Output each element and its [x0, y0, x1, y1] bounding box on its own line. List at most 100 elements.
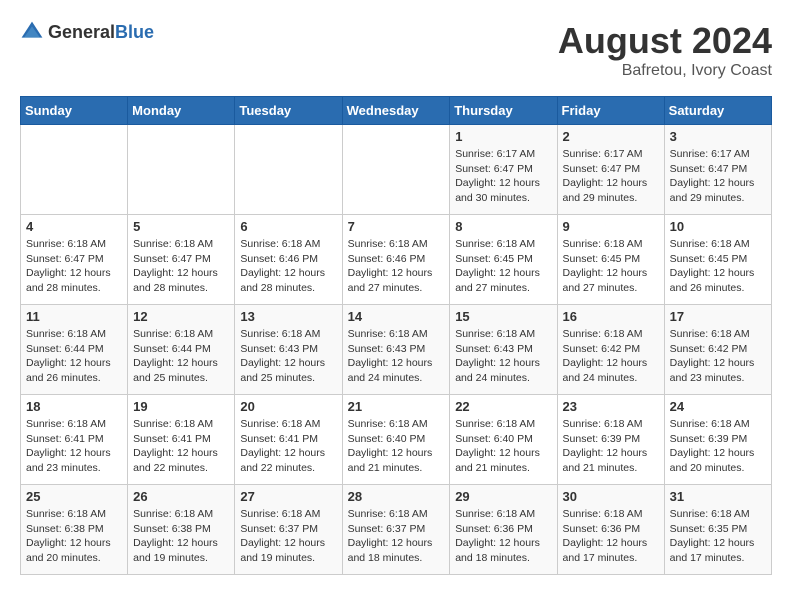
- day-cell: 8 Sunrise: 6:18 AMSunset: 6:45 PMDaylight…: [450, 215, 557, 305]
- day-header-thursday: Thursday: [450, 97, 557, 125]
- calendar-table: SundayMondayTuesdayWednesdayThursdayFrid…: [20, 96, 772, 575]
- day-number: 17: [670, 309, 766, 324]
- day-number: 26: [133, 489, 229, 504]
- day-number: 10: [670, 219, 766, 234]
- title-block: August 2024 Bafretou, Ivory Coast: [558, 20, 772, 80]
- week-row-2: 4 Sunrise: 6:18 AMSunset: 6:47 PMDaylight…: [21, 215, 772, 305]
- day-number: 24: [670, 399, 766, 414]
- day-info: Sunrise: 6:18 AMSunset: 6:44 PMDaylight:…: [26, 327, 122, 386]
- month-year: August 2024: [558, 20, 772, 62]
- day-number: 25: [26, 489, 122, 504]
- day-number: 4: [26, 219, 122, 234]
- day-number: 12: [133, 309, 229, 324]
- day-cell: 22 Sunrise: 6:18 AMSunset: 6:40 PMDayligh…: [450, 395, 557, 485]
- day-cell: 3 Sunrise: 6:17 AMSunset: 6:47 PMDaylight…: [664, 125, 771, 215]
- day-info: Sunrise: 6:18 AMSunset: 6:45 PMDaylight:…: [563, 237, 659, 296]
- day-number: 9: [563, 219, 659, 234]
- day-cell: 30 Sunrise: 6:18 AMSunset: 6:36 PMDayligh…: [557, 485, 664, 575]
- day-info: Sunrise: 6:18 AMSunset: 6:43 PMDaylight:…: [348, 327, 445, 386]
- day-cell: 29Sunrise: 6:18 AMSunset: 6:36 PMDayligh…: [450, 485, 557, 575]
- day-number: 7: [348, 219, 445, 234]
- day-info: Sunrise: 6:18 AMSunset: 6:45 PMDaylight:…: [670, 237, 766, 296]
- day-cell: 18 Sunrise: 6:18 AMSunset: 6:41 PMDayligh…: [21, 395, 128, 485]
- week-row-5: 25 Sunrise: 6:18 AMSunset: 6:38 PMDayligh…: [21, 485, 772, 575]
- day-cell: [128, 125, 235, 215]
- day-info: Sunrise: 6:18 AMSunset: 6:41 PMDaylight:…: [26, 417, 122, 476]
- day-cell: 27Sunrise: 6:18 AMSunset: 6:37 PMDayligh…: [235, 485, 342, 575]
- day-cell: 9 Sunrise: 6:18 AMSunset: 6:45 PMDaylight…: [557, 215, 664, 305]
- week-row-3: 11Sunrise: 6:18 AMSunset: 6:44 PMDayligh…: [21, 305, 772, 395]
- day-cell: 19Sunrise: 6:18 AMSunset: 6:41 PMDayligh…: [128, 395, 235, 485]
- day-number: 8: [455, 219, 551, 234]
- day-cell: 10 Sunrise: 6:18 AMSunset: 6:45 PMDayligh…: [664, 215, 771, 305]
- logo-general: General: [48, 22, 115, 42]
- day-header-monday: Monday: [128, 97, 235, 125]
- day-info: Sunrise: 6:18 AMSunset: 6:44 PMDaylight:…: [133, 327, 229, 386]
- day-cell: 6 Sunrise: 6:18 AMSunset: 6:46 PMDaylight…: [235, 215, 342, 305]
- day-info: Sunrise: 6:18 AMSunset: 6:37 PMDaylight:…: [240, 507, 336, 566]
- day-info: Sunrise: 6:18 AMSunset: 6:47 PMDaylight:…: [26, 237, 122, 296]
- day-cell: 31 Sunrise: 6:18 AMSunset: 6:35 PMDayligh…: [664, 485, 771, 575]
- week-row-1: 1 Sunrise: 6:17 AMSunset: 6:47 PMDaylight…: [21, 125, 772, 215]
- day-cell: 1 Sunrise: 6:17 AMSunset: 6:47 PMDaylight…: [450, 125, 557, 215]
- day-header-wednesday: Wednesday: [342, 97, 450, 125]
- day-number: 22: [455, 399, 551, 414]
- day-number: 6: [240, 219, 336, 234]
- day-number: 31: [670, 489, 766, 504]
- day-number: 30: [563, 489, 659, 504]
- day-cell: 23 Sunrise: 6:18 AMSunset: 6:39 PMDayligh…: [557, 395, 664, 485]
- day-cell: 12 Sunrise: 6:18 AMSunset: 6:44 PMDayligh…: [128, 305, 235, 395]
- day-cell: 25 Sunrise: 6:18 AMSunset: 6:38 PMDayligh…: [21, 485, 128, 575]
- day-number: 23: [563, 399, 659, 414]
- calendar-body: 1 Sunrise: 6:17 AMSunset: 6:47 PMDaylight…: [21, 125, 772, 575]
- day-number: 29: [455, 489, 551, 504]
- day-cell: [21, 125, 128, 215]
- day-info: Sunrise: 6:18 AMSunset: 6:45 PMDaylight:…: [455, 237, 551, 296]
- day-info: Sunrise: 6:18 AMSunset: 6:43 PMDaylight:…: [455, 327, 551, 386]
- day-cell: [342, 125, 450, 215]
- day-number: 13: [240, 309, 336, 324]
- day-number: 28: [348, 489, 445, 504]
- day-info: Sunrise: 6:18 AMSunset: 6:41 PMDaylight:…: [133, 417, 229, 476]
- day-number: 2: [563, 129, 659, 144]
- day-header-sunday: Sunday: [21, 97, 128, 125]
- day-info: Sunrise: 6:18 AMSunset: 6:40 PMDaylight:…: [348, 417, 445, 476]
- page-header: GeneralBlue August 2024 Bafretou, Ivory …: [20, 20, 772, 80]
- day-info: Sunrise: 6:18 AMSunset: 6:46 PMDaylight:…: [348, 237, 445, 296]
- day-cell: 24 Sunrise: 6:18 AMSunset: 6:39 PMDayligh…: [664, 395, 771, 485]
- day-info: Sunrise: 6:18 AMSunset: 6:35 PMDaylight:…: [670, 507, 766, 566]
- day-cell: 11Sunrise: 6:18 AMSunset: 6:44 PMDayligh…: [21, 305, 128, 395]
- day-cell: 20Sunrise: 6:18 AMSunset: 6:41 PMDayligh…: [235, 395, 342, 485]
- day-info: Sunrise: 6:18 AMSunset: 6:38 PMDaylight:…: [133, 507, 229, 566]
- day-number: 20: [240, 399, 336, 414]
- day-cell: 7 Sunrise: 6:18 AMSunset: 6:46 PMDaylight…: [342, 215, 450, 305]
- day-info: Sunrise: 6:18 AMSunset: 6:39 PMDaylight:…: [670, 417, 766, 476]
- day-cell: 28 Sunrise: 6:18 AMSunset: 6:37 PMDayligh…: [342, 485, 450, 575]
- day-number: 14: [348, 309, 445, 324]
- day-info: Sunrise: 6:18 AMSunset: 6:36 PMDaylight:…: [563, 507, 659, 566]
- day-info: Sunrise: 6:18 AMSunset: 6:40 PMDaylight:…: [455, 417, 551, 476]
- day-info: Sunrise: 6:17 AMSunset: 6:47 PMDaylight:…: [670, 147, 766, 206]
- day-number: 5: [133, 219, 229, 234]
- logo-icon: [20, 20, 44, 44]
- day-info: Sunrise: 6:18 AMSunset: 6:39 PMDaylight:…: [563, 417, 659, 476]
- location: Bafretou, Ivory Coast: [558, 62, 772, 80]
- day-number: 15: [455, 309, 551, 324]
- day-number: 21: [348, 399, 445, 414]
- day-info: Sunrise: 6:17 AMSunset: 6:47 PMDaylight:…: [455, 147, 551, 206]
- day-cell: 4 Sunrise: 6:18 AMSunset: 6:47 PMDaylight…: [21, 215, 128, 305]
- day-cell: 13Sunrise: 6:18 AMSunset: 6:43 PMDayligh…: [235, 305, 342, 395]
- day-number: 18: [26, 399, 122, 414]
- day-info: Sunrise: 6:18 AMSunset: 6:38 PMDaylight:…: [26, 507, 122, 566]
- day-cell: 14 Sunrise: 6:18 AMSunset: 6:43 PMDayligh…: [342, 305, 450, 395]
- day-number: 1: [455, 129, 551, 144]
- logo: GeneralBlue: [20, 20, 154, 44]
- day-cell: 16Sunrise: 6:18 AMSunset: 6:42 PMDayligh…: [557, 305, 664, 395]
- day-info: Sunrise: 6:18 AMSunset: 6:37 PMDaylight:…: [348, 507, 445, 566]
- day-cell: 17Sunrise: 6:18 AMSunset: 6:42 PMDayligh…: [664, 305, 771, 395]
- day-number: 3: [670, 129, 766, 144]
- calendar-header: SundayMondayTuesdayWednesdayThursdayFrid…: [21, 97, 772, 125]
- day-number: 16: [563, 309, 659, 324]
- day-info: Sunrise: 6:18 AMSunset: 6:46 PMDaylight:…: [240, 237, 336, 296]
- week-row-4: 18 Sunrise: 6:18 AMSunset: 6:41 PMDayligh…: [21, 395, 772, 485]
